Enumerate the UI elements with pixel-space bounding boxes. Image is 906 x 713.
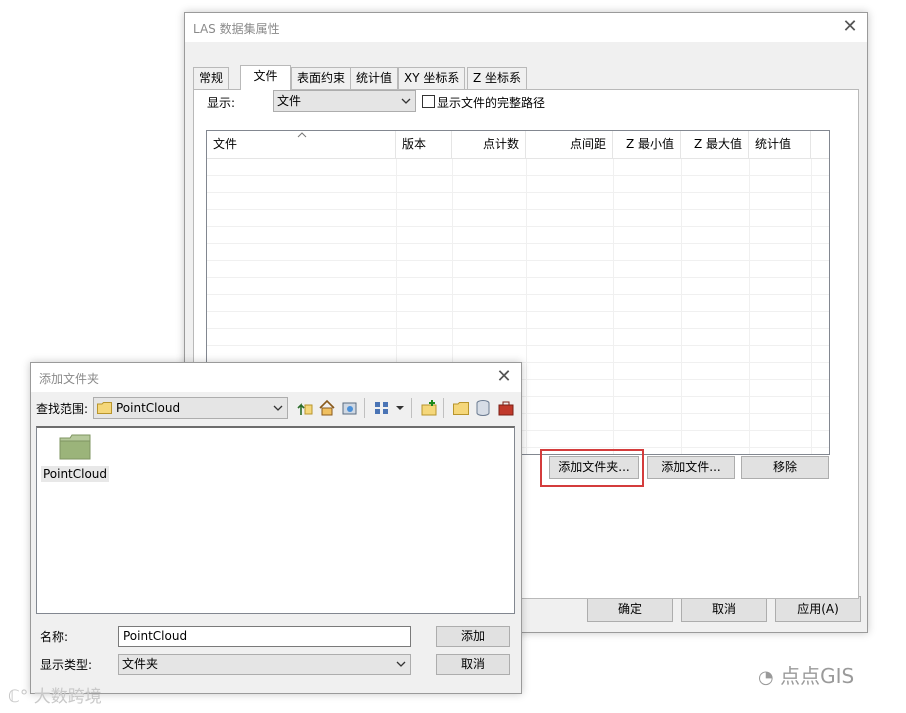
add-to-catalog-icon[interactable]	[420, 399, 438, 417]
ok-button[interactable]: 确定	[587, 596, 673, 622]
list-row	[207, 278, 829, 295]
logo-icon: ℂ°	[8, 687, 29, 707]
cancel-button[interactable]: 取消	[436, 654, 510, 675]
file-list-header: 文件 版本 点计数 点间距 Z 最小值 Z 最大值 统计值	[207, 131, 829, 159]
watermark-text: 大数跨境	[33, 687, 102, 707]
column-divider	[526, 159, 527, 454]
new-folder-icon[interactable]	[452, 399, 470, 417]
column-version[interactable]: 版本	[396, 131, 452, 159]
tab-statistics[interactable]: 统计值	[350, 67, 399, 89]
look-in-label: 查找范围:	[36, 402, 89, 416]
dialog-title: 添加文件夹	[39, 372, 100, 386]
tab-xy-coordinate-system[interactable]: XY 坐标系	[398, 67, 466, 89]
look-in-select[interactable]: PointCloud	[93, 397, 288, 419]
column-point-count[interactable]: 点计数	[452, 131, 526, 159]
list-item[interactable]: PointCloud	[41, 434, 109, 486]
look-in-value: PointCloud	[116, 401, 181, 415]
cancel-button[interactable]: 取消	[681, 596, 767, 622]
column-divider	[749, 159, 750, 454]
list-row	[207, 193, 829, 210]
list-row	[207, 329, 829, 346]
column-statistics[interactable]: 统计值	[749, 131, 811, 159]
list-row	[207, 295, 829, 312]
tab-general[interactable]: 常规	[193, 67, 230, 89]
tab-surface-constraints[interactable]: 表面约束	[291, 67, 352, 89]
tab-files[interactable]: 文件	[240, 65, 291, 90]
close-icon[interactable]: ✕	[491, 365, 517, 389]
folder-item-label: PointCloud	[41, 466, 109, 482]
list-row	[207, 312, 829, 329]
list-row	[207, 176, 829, 193]
toolbox-icon[interactable]	[497, 399, 515, 417]
up-one-level-icon[interactable]	[296, 399, 314, 417]
column-z-min[interactable]: Z 最小值	[613, 131, 681, 159]
watermark-bottom-left: ℂ° 大数跨境	[8, 682, 102, 707]
apply-button[interactable]: 应用(A)	[775, 596, 861, 622]
folder-icon	[97, 402, 112, 414]
list-row	[207, 244, 829, 261]
database-icon[interactable]	[474, 399, 492, 417]
show-full-path-label[interactable]: 显示文件的完整路径	[437, 94, 545, 111]
list-row	[207, 227, 829, 244]
type-label: 显示类型:	[40, 658, 93, 672]
type-select-value: 文件夹	[122, 657, 159, 671]
name-input[interactable]: PointCloud	[118, 626, 411, 647]
folder-content-pane[interactable]: PointCloud	[36, 426, 515, 614]
watermark-text: 点点GIS	[780, 664, 855, 688]
toolbar-separator	[364, 398, 365, 418]
column-z-max[interactable]: Z 最大值	[681, 131, 749, 159]
chevron-down-icon	[401, 98, 411, 104]
wechat-icon: ◔	[758, 667, 774, 688]
display-label: 显示:	[207, 96, 236, 110]
column-point-spacing[interactable]: 点间距	[526, 131, 613, 159]
titlebar[interactable]: 添加文件夹 ✕	[31, 363, 521, 393]
chevron-down-icon	[396, 661, 406, 667]
highlight-box	[540, 449, 644, 487]
watermark-bottom-right: ◔ 点点GIS	[758, 660, 854, 689]
tab-z-coordinate-system[interactable]: Z 坐标系	[467, 67, 528, 89]
display-select-value: 文件	[277, 94, 302, 108]
chevron-down-icon	[273, 405, 283, 411]
titlebar[interactable]: LAS 数据集属性 ✕	[185, 13, 867, 43]
add-button[interactable]: 添加	[436, 626, 510, 647]
column-divider	[681, 159, 682, 454]
show-full-path-checkbox[interactable]	[422, 95, 435, 108]
view-icon[interactable]	[373, 399, 391, 417]
list-row	[207, 159, 829, 176]
close-icon[interactable]: ✕	[837, 15, 863, 39]
type-select[interactable]: 文件夹	[118, 654, 411, 675]
toolbar-separator	[443, 398, 444, 418]
view-dropdown-icon[interactable]	[394, 399, 406, 417]
column-divider	[613, 159, 614, 454]
folder-icon	[59, 434, 91, 460]
display-select[interactable]: 文件	[273, 90, 416, 112]
add-file-button[interactable]: 添加文件...	[647, 456, 735, 479]
remove-button[interactable]: 移除	[741, 456, 829, 479]
list-row	[207, 261, 829, 278]
connect-folder-icon[interactable]	[341, 399, 359, 417]
sort-ascending-icon	[297, 132, 307, 138]
toolbar-separator	[411, 398, 412, 418]
home-icon[interactable]	[318, 399, 336, 417]
list-row	[207, 210, 829, 227]
name-label: 名称:	[40, 630, 69, 644]
list-row	[207, 346, 829, 363]
name-input-value: PointCloud	[123, 629, 188, 643]
dialog-title: LAS 数据集属性	[193, 22, 280, 36]
column-divider	[811, 159, 812, 454]
